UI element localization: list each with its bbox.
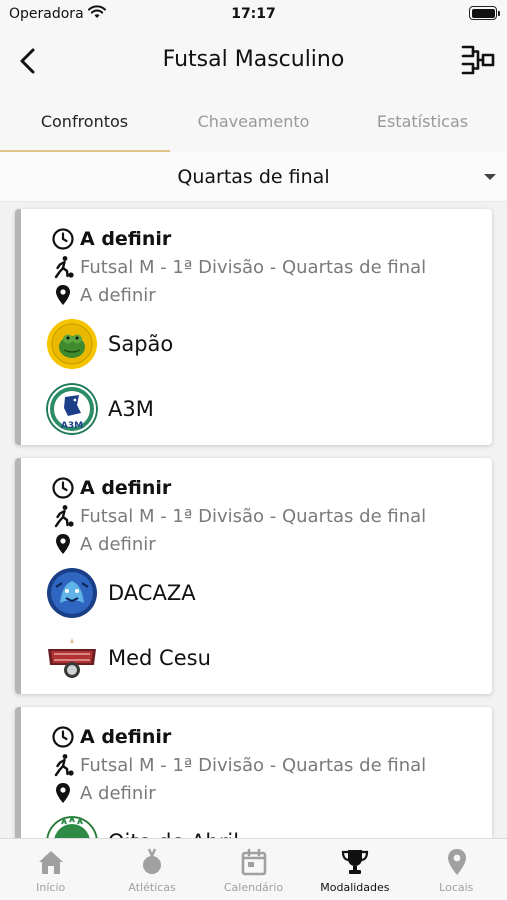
page-title: Futsal Masculino — [162, 47, 345, 72]
location-pin-icon — [56, 285, 70, 305]
location-pin-icon — [56, 783, 70, 803]
tab-estatisticas[interactable]: Estatísticas — [338, 112, 507, 131]
team-logo — [47, 568, 97, 618]
nav-modalidades-label: Modalidades — [320, 881, 390, 894]
nav-modalidades[interactable]: Modalidades — [304, 839, 405, 900]
team-name: DACAZA — [108, 581, 196, 605]
team-logo — [46, 816, 98, 838]
calendar-icon — [241, 848, 267, 876]
nav-inicio-label: Início — [36, 881, 66, 894]
nav-calendario[interactable]: Calendário — [203, 839, 304, 900]
match-competition-row: Futsal M - 1ª Divisão - Quartas de final — [51, 503, 426, 529]
match-competition: Futsal M - 1ª Divisão - Quartas de final — [80, 754, 427, 776]
trophy-icon — [342, 850, 369, 874]
phase-dropdown[interactable]: Quartas de final — [0, 152, 507, 202]
clock-icon — [52, 726, 74, 748]
team-name: Med Cesu — [108, 646, 211, 670]
match-competition-row: Futsal M - 1ª Divisão - Quartas de final — [51, 752, 426, 778]
tournament-bracket-icon[interactable] — [461, 43, 495, 77]
match-location: A definir — [80, 782, 156, 804]
clock-label: 17:17 — [231, 6, 276, 22]
chevron-down-icon — [484, 174, 496, 180]
nav-inicio[interactable]: Início — [0, 839, 101, 900]
tab-confrontos[interactable]: Confrontos — [0, 112, 169, 131]
nav-atleticas[interactable]: Atléticas — [101, 839, 202, 900]
bottom-tab-bar: Início Atléticas Calendário Modalidades — [0, 838, 507, 900]
match-card[interactable]: A definir Futsal M - 1ª Divisão - Quarta… — [15, 209, 492, 445]
team-name: Oito de Abril — [108, 830, 239, 838]
tab-chaveamento[interactable]: Chaveamento — [169, 112, 338, 131]
tab-strip: Confrontos Chaveamento Estatísticas — [0, 94, 507, 152]
match-competition: Futsal M - 1ª Divisão - Quartas de final — [80, 505, 427, 527]
team-name: A3M — [108, 397, 154, 421]
team-logo: A3M — [46, 383, 98, 435]
location-pin-icon — [447, 849, 466, 875]
nav-atleticas-label: Atléticas — [128, 881, 176, 894]
medal-icon — [143, 848, 162, 874]
clock-icon — [52, 477, 74, 499]
match-time: A definir — [80, 477, 172, 499]
match-card[interactable]: A definir Futsal M - 1ª Divisão - Quarta… — [15, 458, 492, 694]
match-competition-row: Futsal M - 1ª Divisão - Quartas de final — [51, 254, 426, 280]
team-row[interactable]: DACAZA — [46, 565, 196, 621]
match-time: A definir — [80, 726, 172, 748]
svg-text:A3M: A3M — [61, 421, 83, 431]
team-row[interactable]: A3M A3M — [46, 381, 154, 437]
clock-icon — [52, 228, 74, 250]
match-time: A definir — [80, 228, 172, 250]
match-card[interactable]: A definir Futsal M - 1ª Divisão - Quarta… — [15, 707, 492, 838]
team-row[interactable]: Sapão — [46, 316, 173, 372]
match-location-row: A definir — [51, 282, 156, 308]
match-competition: Futsal M - 1ª Divisão - Quartas de final — [80, 256, 427, 278]
nav-locais-label: Locais — [439, 881, 474, 894]
match-time-row: A definir — [51, 724, 171, 750]
soccer-player-icon — [54, 256, 74, 279]
soccer-player-icon — [54, 754, 74, 777]
match-location: A definir — [80, 533, 156, 555]
match-time-row: A definir — [51, 226, 171, 252]
phase-dropdown-value: Quartas de final — [177, 166, 330, 188]
team-logo — [48, 638, 96, 678]
soccer-player-icon — [54, 505, 74, 528]
match-time-row: A definir — [51, 475, 171, 501]
team-row[interactable]: Oito de Abril — [46, 814, 239, 838]
match-list[interactable]: A definir Futsal M - 1ª Divisão - Quarta… — [0, 203, 507, 838]
nav-bar: Futsal Masculino — [0, 28, 507, 94]
battery-icon — [469, 6, 500, 20]
nav-locais[interactable]: Locais — [406, 839, 507, 900]
team-name: Sapão — [108, 332, 174, 356]
team-row[interactable]: Med Cesu — [46, 630, 211, 686]
match-location: A definir — [80, 284, 156, 306]
team-logo — [47, 319, 97, 369]
match-location-row: A definir — [51, 780, 156, 806]
status-bar: Operadora 17:17 — [0, 0, 507, 28]
location-pin-icon — [56, 534, 70, 554]
home-icon — [39, 851, 63, 874]
nav-calendario-label: Calendário — [223, 881, 284, 894]
match-location-row: A definir — [51, 531, 156, 557]
